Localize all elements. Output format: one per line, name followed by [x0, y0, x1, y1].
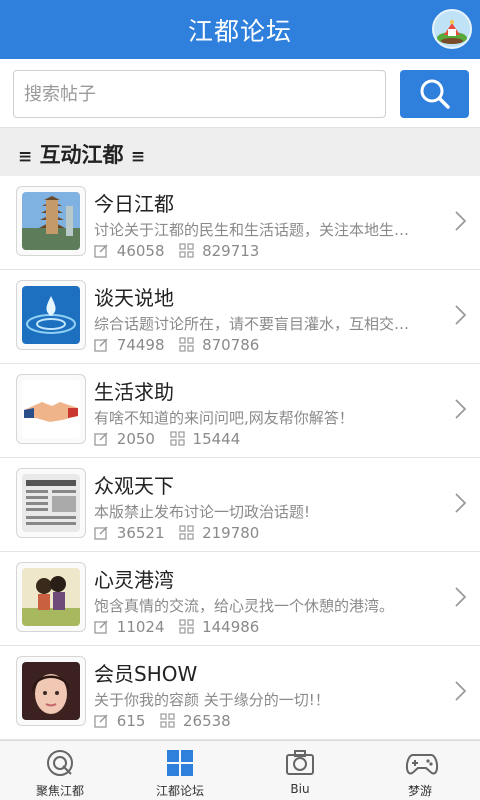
forum-thumbnail [16, 374, 86, 444]
forum-stats: 11024 144986 [94, 618, 269, 636]
section-title-text: 互动江都 [39, 143, 124, 167]
grid-small-icon [160, 713, 175, 728]
camera-icon [286, 750, 314, 775]
forum-thumbnail [16, 562, 86, 632]
tab-label: Biu [290, 782, 310, 796]
section-header: ≡ 互动江都 ≡ [0, 127, 480, 176]
tab-dream-travel[interactable]: 梦游 [360, 741, 480, 800]
app-header: 江都论坛 [0, 0, 480, 59]
search-button[interactable] [400, 70, 469, 118]
grid-small-icon [179, 525, 194, 540]
forum-stats: 36521 219780 [94, 524, 269, 542]
portrait-image [22, 662, 80, 720]
forum-item-today-jiangdu[interactable]: 今日江都 讨论关于江都的民生和生活话题，关注本地生… 46058 829713 [0, 176, 480, 270]
post-count: 2050 [116, 430, 155, 448]
forum-description: 关于你我的容颜 关于缘分的一切!！ [94, 691, 330, 709]
forum-thumbnail [16, 656, 86, 726]
grid-small-icon [179, 337, 194, 352]
forum-item-world-view[interactable]: 众观天下 本版禁止发布讨论一切政治话题! 36521 219780 [0, 458, 480, 552]
handshake-image [22, 380, 80, 438]
post-count: 46058 [116, 242, 165, 260]
post-count: 36521 [116, 524, 165, 542]
search-input[interactable] [13, 70, 386, 118]
forum-title: 会员SHOW [94, 662, 198, 686]
reply-count: 26538 [182, 712, 231, 730]
focus-icon [47, 750, 73, 776]
forum-title: 谈天说地 [94, 286, 174, 310]
grid-small-icon [179, 619, 194, 634]
tab-label: 梦游 [407, 784, 432, 798]
search-icon [420, 79, 450, 109]
forum-title: 生活求助 [94, 380, 174, 404]
reply-count: 829713 [202, 242, 260, 260]
forum-thumbnail [16, 280, 86, 350]
gamepad-icon [405, 754, 439, 775]
forum-description: 饱含真情的交流，给心灵找一个休憩的港湾。 [94, 597, 395, 615]
forum-thumbnail [16, 186, 86, 256]
user-avatar[interactable] [432, 9, 472, 49]
edit-icon [94, 714, 108, 728]
water-drop-image [22, 286, 80, 344]
tab-biu[interactable]: Biu [240, 741, 360, 800]
tab-label: 江都论坛 [155, 784, 204, 798]
chevron-right-icon [455, 681, 467, 701]
bottom-tab-bar: 聚焦江都 江都论坛 Biu 梦游 [0, 740, 480, 800]
tab-jiangdu-forum[interactable]: 江都论坛 [120, 741, 240, 800]
edit-icon [94, 526, 108, 540]
forum-description: 有啥不知道的来问问吧,网友帮你解答！ [94, 409, 354, 427]
post-count: 74498 [116, 336, 165, 354]
section-title: ≡ 互动江都 ≡ [18, 139, 145, 169]
forum-thumbnail [16, 468, 86, 538]
forum-stats: 615 26538 [94, 712, 241, 730]
edit-icon [94, 620, 108, 634]
forum-item-heart-harbor[interactable]: 心灵港湾 饱含真情的交流，给心灵找一个休憩的港湾。 11024 144986 [0, 552, 480, 646]
forum-list: 今日江都 讨论关于江都的民生和生活话题，关注本地生… 46058 829713 … [0, 176, 480, 740]
forum-stats: 74498 870786 [94, 336, 269, 354]
chevron-right-icon [455, 211, 467, 231]
pagoda-image [22, 192, 80, 250]
search-bar [0, 59, 480, 127]
post-count: 615 [116, 712, 146, 730]
reply-count: 144986 [202, 618, 260, 636]
tab-label: 聚焦江都 [35, 784, 84, 798]
menu-icon: ≡ [18, 147, 33, 167]
forum-title: 心灵港湾 [94, 568, 174, 592]
forum-title: 今日江都 [94, 192, 174, 216]
chevron-right-icon [455, 399, 467, 419]
page-title: 江都论坛 [187, 17, 292, 46]
chevron-right-icon [455, 587, 467, 607]
forum-stats: 2050 15444 [94, 430, 250, 448]
couple-image [22, 568, 80, 626]
forum-description: 讨论关于江都的民生和生活话题，关注本地生… [94, 221, 410, 239]
reply-count: 219780 [202, 524, 260, 542]
chevron-right-icon [455, 305, 467, 325]
forum-stats: 46058 829713 [94, 242, 269, 260]
grid-small-icon [179, 243, 194, 258]
edit-icon [94, 244, 108, 258]
avatar-icon [434, 11, 470, 47]
forum-description: 本版禁止发布讨论一切政治话题! [94, 503, 311, 521]
reply-count: 15444 [192, 430, 241, 448]
post-count: 11024 [116, 618, 165, 636]
grid-icon [167, 750, 193, 776]
edit-icon [94, 432, 108, 446]
forum-item-help[interactable]: 生活求助 有啥不知道的来问问吧,网友帮你解答！ 2050 15444 [0, 364, 480, 458]
forum-title: 众观天下 [94, 474, 174, 498]
tab-focus-jiangdu[interactable]: 聚焦江都 [0, 741, 120, 800]
reply-count: 870786 [202, 336, 260, 354]
forum-item-chat[interactable]: 谈天说地 综合话题讨论所在，请不要盲目灌水，互相交… 74498 870786 [0, 270, 480, 364]
edit-icon [94, 338, 108, 352]
forum-description: 综合话题讨论所在，请不要盲目灌水，互相交… [94, 315, 410, 333]
chevron-right-icon [455, 493, 467, 513]
menu-icon: ≡ [130, 147, 146, 167]
grid-small-icon [170, 431, 185, 446]
forum-item-member-show[interactable]: 会员SHOW 关于你我的容颜 关于缘分的一切!！ 615 26538 [0, 646, 480, 740]
newspaper-image [22, 474, 80, 532]
